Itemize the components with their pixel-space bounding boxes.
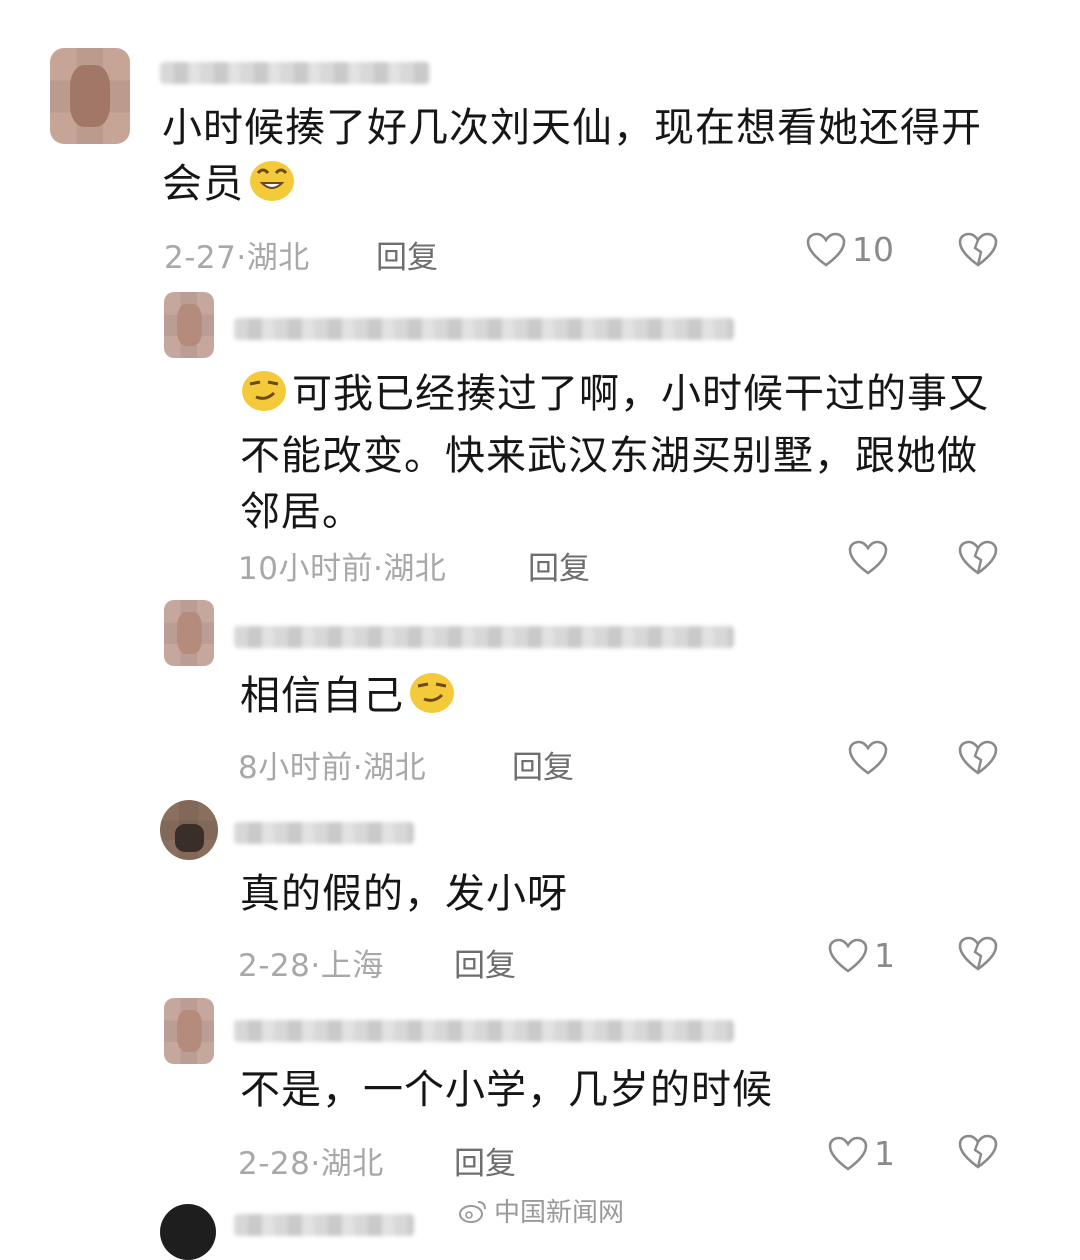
dislike-heart-icon[interactable] (958, 740, 998, 776)
reply-button[interactable]: 回复 (376, 232, 438, 277)
username[interactable] (234, 626, 734, 648)
comment-thread: 小时候揍了好几次刘天仙，现在想看她还得开 会员 2-27·湖北 回复 10 可我… (0, 0, 1080, 1260)
comment-text-line: 相信自己 (240, 673, 404, 719)
comment-text-line: 不是，一个小学，几岁的时候 (240, 1067, 773, 1113)
comment-text-line: 会员 (162, 161, 244, 207)
heart-icon (848, 740, 888, 776)
avatar[interactable] (164, 998, 214, 1064)
comment-text: 真的假的，发小呀 (240, 866, 568, 922)
dislike-heart-icon[interactable] (958, 936, 998, 972)
watermark: 中国新闻网 (458, 1192, 624, 1229)
comment-time: 8小时前 (238, 750, 353, 786)
comment-location: 湖北 (320, 1146, 384, 1182)
comment-text-line: 真的假的，发小呀 (240, 871, 568, 917)
dislike-heart-icon[interactable] (958, 232, 998, 268)
meta-separator: · (236, 240, 247, 276)
grinning-emoji (248, 157, 296, 218)
comment-text: 相信自己 (240, 668, 456, 730)
smirk-emoji (240, 367, 288, 428)
heart-icon (828, 1136, 868, 1172)
comment-time: 2-28 (238, 1146, 311, 1182)
like-button[interactable]: 10 (806, 230, 894, 269)
heart-icon (828, 938, 868, 974)
avatar[interactable] (160, 1204, 216, 1260)
comment-location: 湖北 (246, 240, 310, 276)
meta-separator: · (310, 948, 321, 984)
username[interactable] (160, 62, 430, 84)
username[interactable] (234, 318, 734, 340)
meta-separator: · (372, 551, 384, 587)
heart-icon (806, 232, 846, 268)
comment-text-line: 邻居。 (240, 489, 363, 535)
comment-location: 湖北 (383, 551, 447, 587)
dislike-heart-icon[interactable] (958, 1134, 998, 1170)
comment-text: 可我已经揍过了啊，小时候干过的事又 不能改变。快来武汉东湖买别墅，跟她做 邻居。 (240, 366, 989, 540)
username[interactable] (234, 1214, 414, 1236)
comment-time: 2-28 (238, 948, 311, 984)
avatar[interactable] (164, 600, 214, 666)
avatar[interactable] (160, 800, 218, 860)
comment-text-line: 小时候揍了好几次刘天仙，现在想看她还得开 (162, 105, 982, 151)
smirk-emoji (408, 669, 456, 730)
username[interactable] (234, 1020, 734, 1042)
dislike-heart-icon[interactable] (958, 540, 998, 576)
reply-button[interactable]: 回复 (528, 543, 590, 588)
like-count: 1 (874, 936, 895, 975)
reply-button[interactable]: 回复 (454, 1138, 516, 1183)
reply-button[interactable]: 回复 (454, 940, 516, 985)
comment-time: 2-27 (164, 240, 237, 276)
comment-meta: 10小时前·湖北 (238, 543, 446, 588)
avatar[interactable] (50, 48, 130, 144)
username[interactable] (234, 822, 414, 844)
comment-location: 湖北 (363, 750, 427, 786)
meta-separator: · (352, 750, 364, 786)
meta-separator: · (310, 1146, 321, 1182)
reply-button[interactable]: 回复 (512, 742, 574, 787)
weibo-logo-icon (458, 1198, 488, 1224)
watermark-text: 中国新闻网 (494, 1198, 625, 1228)
comment-meta: 2-28·上海 (238, 940, 384, 985)
like-count: 10 (852, 230, 894, 269)
comment-meta: 8小时前·湖北 (238, 742, 426, 787)
like-count: 1 (874, 1134, 895, 1173)
comment-text: 不是，一个小学，几岁的时候 (240, 1062, 773, 1118)
like-button[interactable] (848, 740, 894, 776)
like-button[interactable]: 1 (828, 936, 895, 975)
like-button[interactable] (848, 540, 894, 576)
comment-text-line: 不能改变。快来武汉东湖买别墅，跟她做 (240, 433, 978, 479)
heart-icon (848, 540, 888, 576)
like-button[interactable]: 1 (828, 1134, 895, 1173)
comment-text-line: 可我已经揍过了啊，小时候干过的事又 (292, 371, 989, 417)
avatar[interactable] (164, 292, 214, 358)
comment-meta: 2-28·湖北 (238, 1138, 384, 1183)
comment-time: 10小时前 (238, 551, 373, 587)
comment-text: 小时候揍了好几次刘天仙，现在想看她还得开 会员 (162, 100, 982, 218)
comment-location: 上海 (320, 948, 384, 984)
comment-meta: 2-27·湖北 (164, 232, 310, 277)
